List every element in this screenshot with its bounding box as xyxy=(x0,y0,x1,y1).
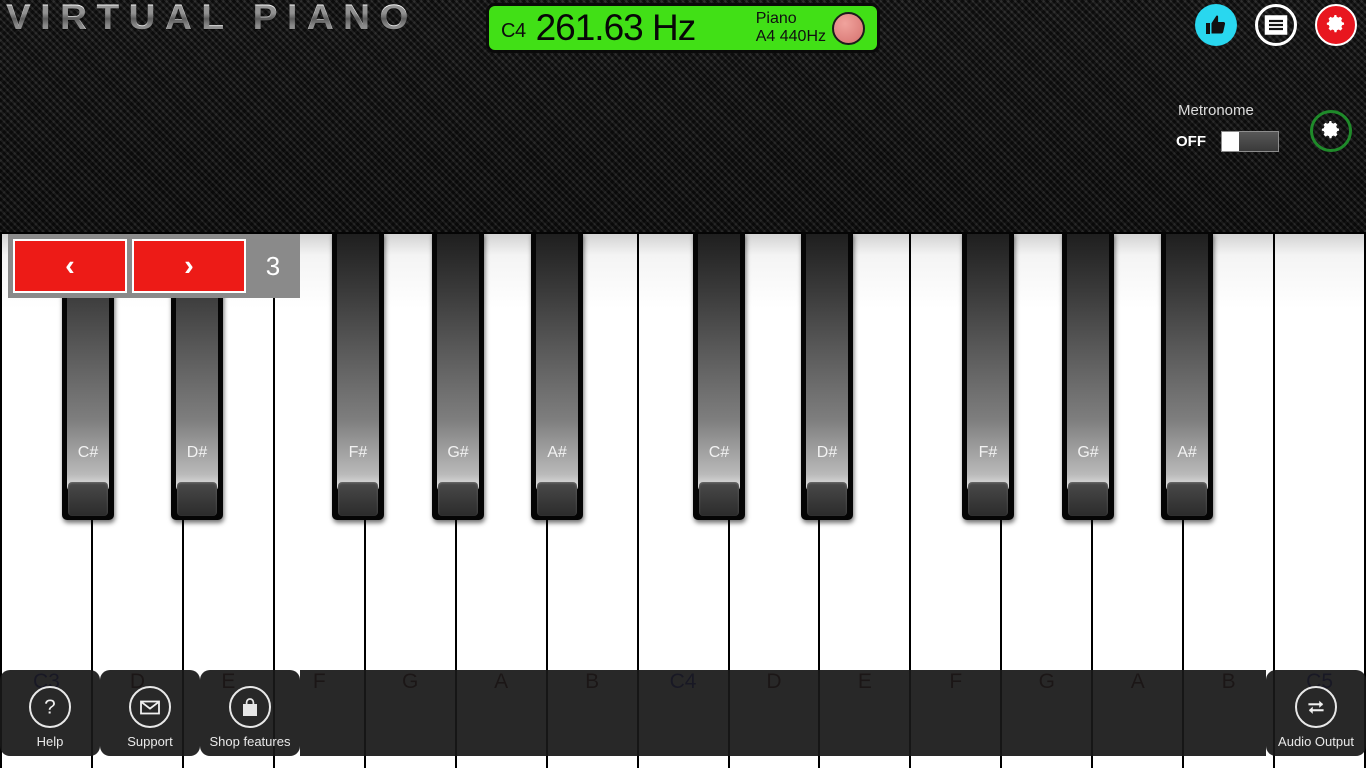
white-key-label: G xyxy=(1038,670,1055,693)
black-key-foot xyxy=(68,482,108,516)
black-key-face xyxy=(536,234,578,492)
white-key-label: B xyxy=(585,670,600,693)
black-key-foot xyxy=(968,482,1008,516)
black-key-foot xyxy=(537,482,577,516)
settings-button[interactable] xyxy=(1315,4,1357,46)
metronome-label: Metronome xyxy=(1178,102,1254,119)
black-key-face xyxy=(1067,234,1109,492)
black-key[interactable]: C# xyxy=(693,232,745,520)
metronome-settings-button[interactable] xyxy=(1310,110,1352,152)
note-display-panel: C4 261.63 Hz Piano A4 440Hz xyxy=(486,3,880,53)
toolbar-item-label: Shop features xyxy=(209,734,291,749)
help-button[interactable]: ? Help xyxy=(0,670,100,756)
black-key-face xyxy=(806,234,848,492)
black-key-foot xyxy=(699,482,739,516)
black-key[interactable]: A# xyxy=(531,232,583,520)
white-key-label: G xyxy=(402,670,419,693)
swap-arrows-icon xyxy=(1295,686,1337,728)
white-key-label: B xyxy=(1221,670,1236,693)
toggle-knob xyxy=(1222,132,1239,151)
white-key-label: E xyxy=(857,670,872,693)
shop-features-button[interactable]: Shop features xyxy=(200,670,300,756)
octave-prev-button[interactable]: ‹ xyxy=(13,239,127,293)
display-tuning: A4 440Hz xyxy=(755,28,826,45)
app-header: VIRTUAL PIANO C4 261.63 Hz Piano A4 440H… xyxy=(0,0,1366,232)
virtual-piano-app: VIRTUAL PIANO C4 261.63 Hz Piano A4 440H… xyxy=(0,0,1366,768)
black-key-foot xyxy=(177,482,217,516)
black-key[interactable]: F# xyxy=(332,232,384,520)
question-mark-icon: ? xyxy=(29,686,71,728)
black-key-face xyxy=(698,234,740,492)
black-key[interactable]: A# xyxy=(1161,232,1213,520)
white-key-label: F xyxy=(949,670,963,693)
support-button[interactable]: Support xyxy=(100,670,200,756)
gear-icon xyxy=(1321,121,1340,139)
black-key[interactable]: G# xyxy=(1062,232,1114,520)
octave-control-bar: ‹ › 3 xyxy=(8,234,300,298)
white-key-label: C4 xyxy=(669,670,697,693)
metronome-toggle[interactable] xyxy=(1221,131,1279,152)
display-frequency: 261.63 Hz xyxy=(535,7,697,48)
toolbar-item-label: Help xyxy=(36,734,64,749)
envelope-icon xyxy=(129,686,171,728)
menu-button[interactable] xyxy=(1255,4,1297,46)
toolbar-item-label: Support xyxy=(127,734,173,749)
display-note-name: C4 xyxy=(501,19,526,42)
toolbar-item-label: Audio Output xyxy=(1278,734,1354,749)
black-key-foot xyxy=(338,482,378,516)
white-key-label: D xyxy=(766,670,782,693)
white-key-label: A xyxy=(494,670,509,693)
chevron-left-icon: ‹ xyxy=(65,249,75,282)
display-instrument: Piano xyxy=(755,10,797,28)
white-key-label: A xyxy=(1130,670,1145,693)
black-key[interactable]: F# xyxy=(962,232,1014,520)
black-key-face xyxy=(437,234,479,492)
chevron-right-icon: › xyxy=(184,249,194,282)
app-logo: VIRTUAL PIANO xyxy=(6,0,418,37)
gear-icon xyxy=(1326,15,1345,33)
thumbs-up-icon xyxy=(1206,15,1226,34)
shopping-bag-icon xyxy=(229,686,271,728)
black-key-face xyxy=(337,234,379,492)
black-key-face xyxy=(967,234,1009,492)
audio-output-button[interactable]: Audio Output xyxy=(1266,670,1366,756)
list-menu-icon xyxy=(1264,15,1288,35)
black-key-foot xyxy=(1167,482,1207,516)
octave-next-button[interactable]: › xyxy=(132,239,246,293)
display-instrument-info: Piano A4 440Hz xyxy=(756,10,826,46)
black-key[interactable]: D# xyxy=(801,232,853,520)
record-dot-icon xyxy=(832,11,865,45)
black-key-foot xyxy=(1068,482,1108,516)
black-key-face xyxy=(1166,234,1208,492)
like-button[interactable] xyxy=(1195,4,1237,46)
black-key[interactable]: G# xyxy=(432,232,484,520)
svg-text:?: ? xyxy=(44,696,55,719)
black-key-foot xyxy=(807,482,847,516)
black-key-foot xyxy=(438,482,478,516)
octave-value: 3 xyxy=(265,250,281,281)
metronome-state-label: OFF xyxy=(1176,133,1206,150)
